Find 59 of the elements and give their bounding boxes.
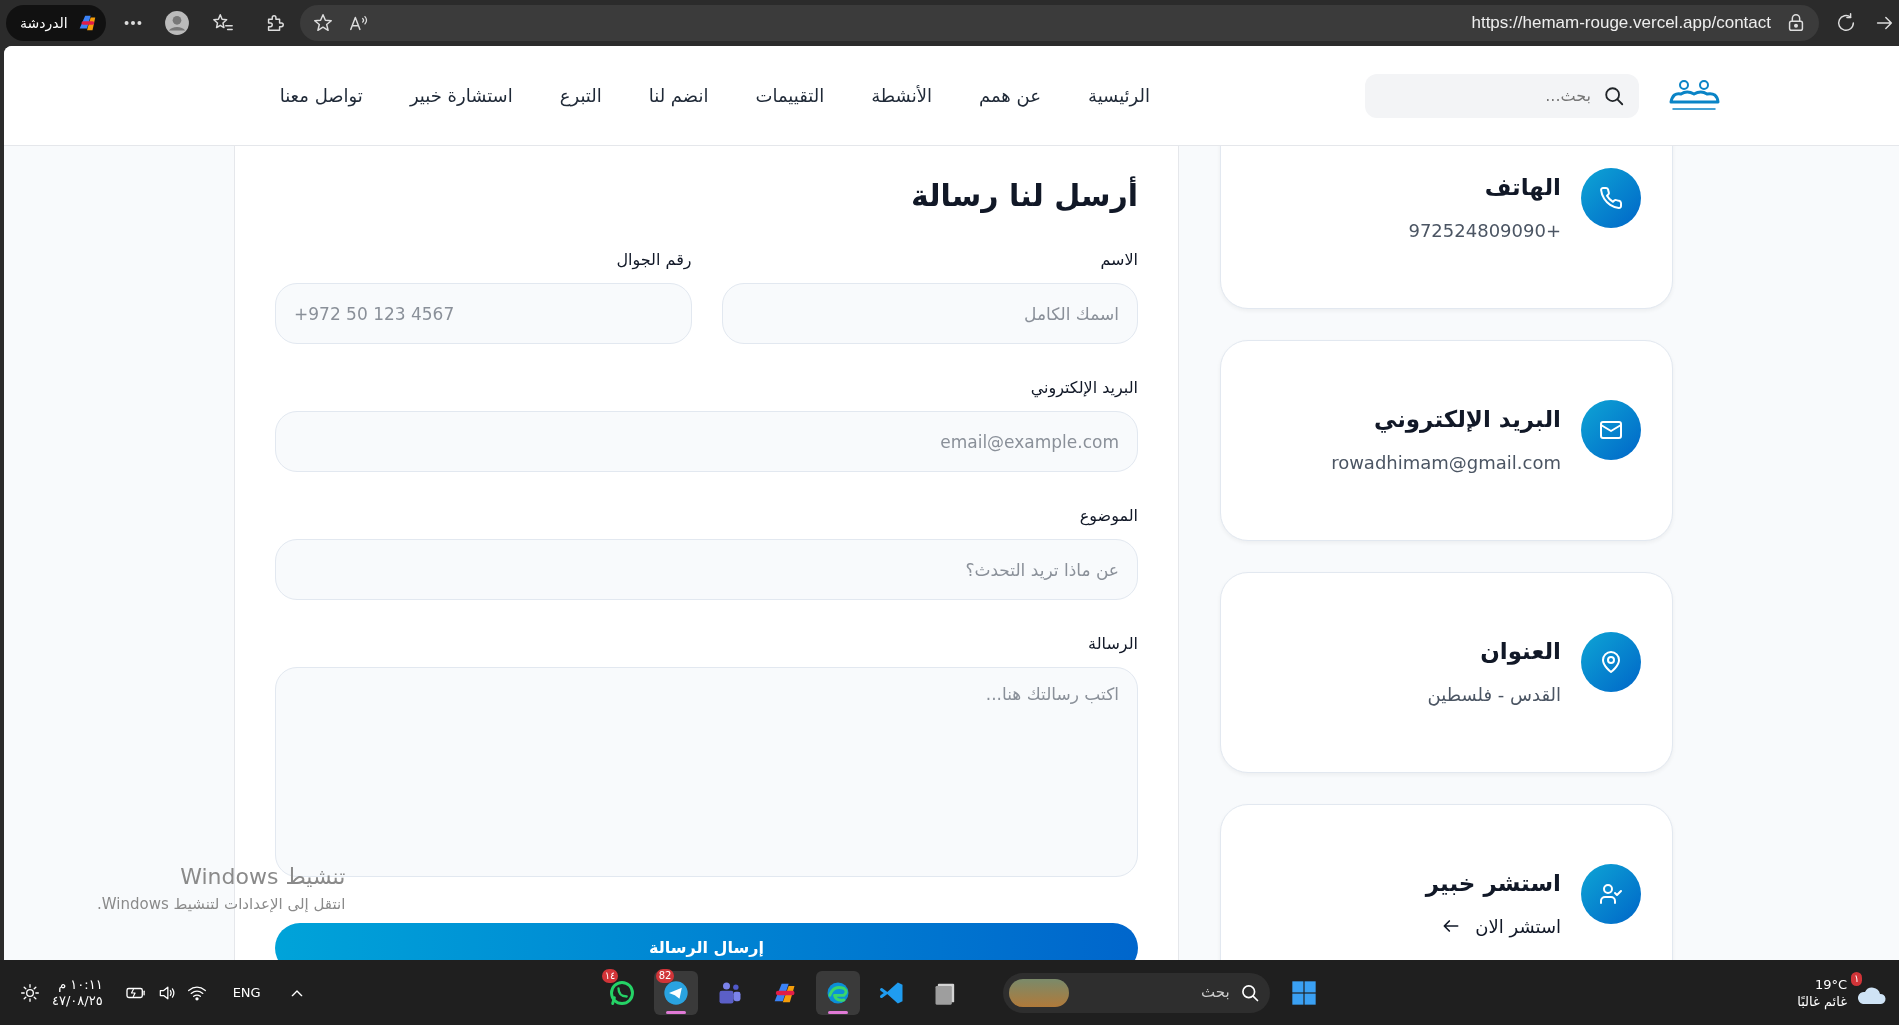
nav-link[interactable]: استشارة خبير (409, 82, 513, 109)
clock-time[interactable]: ١٠:١١ م (52, 976, 103, 993)
envelope-icon (1581, 400, 1641, 460)
nav-link[interactable]: الأنشطة (871, 82, 932, 109)
field-label: رقم الجوال (615, 249, 692, 271)
clock-date[interactable]: ٤٧/٠٨/٢٥ (52, 992, 103, 1009)
location-pin-icon (1581, 632, 1641, 692)
taskbar-app[interactable]: ١٤ (599, 970, 644, 1015)
search-input[interactable]: بحث (1076, 980, 1232, 1005)
weather-condition[interactable]: غائم غالبًا (1797, 992, 1847, 1010)
chat-button[interactable]: الدردشة (6, 5, 106, 41)
phone-icon (1581, 168, 1641, 228)
search-field[interactable]: بحث... (1365, 73, 1639, 118)
nav-link[interactable]: التبرع (559, 82, 602, 109)
nav-link[interactable]: عن همم (978, 82, 1041, 109)
send-button[interactable]: إرسال الرسالة (275, 923, 1138, 960)
field-label: البريد الإلكتروني (1029, 377, 1138, 399)
card-title: العنوان (1479, 637, 1561, 667)
paper-plane-icon (661, 978, 690, 1007)
search-input[interactable]: بحث... (1379, 82, 1593, 109)
field-label: الاسم (1099, 249, 1138, 271)
url-text: https://hemam-rouge.vercel.app/contact (1471, 12, 1771, 35)
consult-link[interactable]: استشر الان (1441, 912, 1561, 940)
address-bar[interactable]: https://hemam-rouge.vercel.app/contact (299, 5, 1819, 41)
user-check-icon (1581, 864, 1641, 924)
card-title: البريد الإلكتروني (1372, 405, 1561, 435)
refresh-icon[interactable] (1835, 12, 1857, 34)
nav-link[interactable]: الرئيسية (1088, 82, 1150, 109)
windows-logo-icon[interactable] (1289, 978, 1318, 1007)
card-detail: +972524809090 (1408, 218, 1561, 243)
notification-badge: 82 (655, 968, 675, 983)
card-detail: rowadhimam@gmail.com (1331, 450, 1561, 475)
field-label: الرسالة (1087, 633, 1138, 655)
search-icon (1239, 982, 1260, 1003)
temperature[interactable]: 19°C (1797, 975, 1847, 993)
card-detail: القدس - فلسطين (1427, 682, 1561, 708)
card-title: استشر خبير (1425, 869, 1561, 899)
nav-link[interactable]: التقييمات (755, 82, 825, 109)
profile-icon[interactable] (163, 10, 190, 36)
notification-badge: ١٤ (601, 968, 619, 983)
form-title: أرسل لنا رسالة (910, 176, 1138, 215)
taskbar-app[interactable]: 82 (653, 970, 698, 1015)
taskbar-app[interactable] (815, 970, 860, 1015)
input-field[interactable]: email@example.com (275, 411, 1138, 472)
nav-link[interactable]: انضم لنا (648, 82, 709, 109)
nav-link[interactable]: تواصل معنا (279, 82, 363, 109)
input-field[interactable]: عن ماذا تريد التحدث؟ (275, 539, 1138, 600)
notification-badge: ١ (1851, 971, 1863, 986)
input-field[interactable]: +972 50 123 4567 (275, 283, 692, 344)
landscape-thumbnail (1008, 978, 1069, 1007)
search-icon[interactable] (1603, 84, 1625, 107)
input-field[interactable]: اسمك الكامل (721, 283, 1138, 344)
field-label: الموضوع (1078, 505, 1138, 527)
star-icon[interactable] (311, 12, 334, 34)
chat-bubble-icon (607, 978, 636, 1007)
language-indicator[interactable]: ENG (232, 982, 261, 1003)
activation-text: انتقل إلى الإعدادات لتنشيط Windows. (97, 894, 346, 915)
taskbar-search-field[interactable]: بحث (1002, 972, 1270, 1013)
card-title: الهاتف (1483, 173, 1561, 203)
